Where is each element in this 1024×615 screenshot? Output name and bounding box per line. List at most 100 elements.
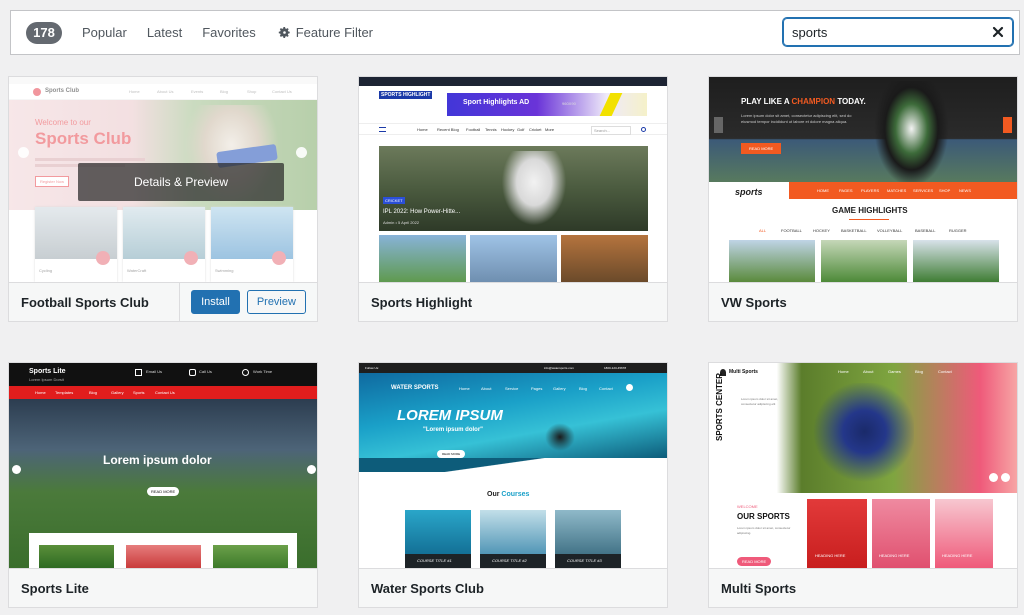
theme-card-multi-sports[interactable]: Multi Sports Home About Games Blog Conta… bbox=[708, 362, 1018, 608]
filter-popular-link[interactable]: Popular bbox=[82, 25, 127, 40]
cricket-player-image bbox=[499, 151, 569, 229]
nav-item: Gallery bbox=[553, 386, 566, 391]
filter-latest-link[interactable]: Latest bbox=[147, 25, 182, 40]
nav-item: Blog bbox=[579, 386, 588, 391]
preview-button[interactable]: Preview bbox=[246, 290, 306, 314]
theme-search-input[interactable] bbox=[784, 24, 979, 40]
nav-item: Home bbox=[35, 390, 46, 395]
nav-item: Templates bbox=[55, 390, 74, 395]
theme-card-sports-highlight[interactable]: SPORTS HIGHLIGHT Sport Highlights AD 960… bbox=[358, 76, 668, 322]
hero-headline-highlight: CHAMPION bbox=[791, 97, 836, 106]
sport-card-heading: HEADING HERE bbox=[879, 553, 910, 558]
content-panel bbox=[29, 533, 297, 568]
nav-item: Contact bbox=[599, 386, 613, 391]
category-item: RUGGER bbox=[949, 228, 967, 233]
theme-card-footer: Water Sports Club bbox=[359, 568, 667, 607]
theme-card-footer: Multi Sports bbox=[709, 568, 1017, 607]
feature-headline: IPL 2022: How Power-Hitte... bbox=[383, 209, 461, 215]
site-logo: SPORTS HIGHLIGHT bbox=[379, 91, 433, 99]
nav-bar: HOME PAGES PLAYERS MATCHES SERVICES SHOP… bbox=[789, 182, 1017, 199]
nav-item: Golf bbox=[517, 127, 525, 132]
ad-title: Sport Highlights AD bbox=[463, 99, 530, 106]
section-body: Lorem ipsum dolor sit amet, consectetur … bbox=[737, 526, 791, 535]
nav-item: Home bbox=[838, 369, 849, 374]
theme-screenshot[interactable]: Sports Lite Lorem Ipsum Dorsit Email Us … bbox=[9, 363, 317, 568]
ad-banner: Sport Highlights AD 960X90 bbox=[447, 93, 647, 116]
topbar: Follow Us: info@watersports.com 1800-123… bbox=[359, 363, 667, 373]
theme-card-footer: VW Sports bbox=[709, 282, 1017, 321]
thumb-image bbox=[561, 235, 648, 282]
nav-item: Hockey bbox=[501, 127, 515, 132]
nav-item: Home bbox=[459, 386, 470, 391]
theme-card-footer: Sports Lite bbox=[9, 568, 317, 607]
course-title: COURSE TITLE #1 bbox=[417, 558, 452, 563]
sport-card: HEADING HERE bbox=[872, 499, 930, 568]
nav-item: Service bbox=[505, 386, 519, 391]
theme-card-vw-sports[interactable]: PLAY LIKE A CHAMPION TODAY. Lorem ipsum … bbox=[708, 76, 1018, 322]
hero-banner: PLAY LIKE A CHAMPION TODAY. Lorem ipsum … bbox=[709, 77, 1017, 189]
theme-screenshot[interactable]: PLAY LIKE A CHAMPION TODAY. Lorem ipsum … bbox=[709, 77, 1017, 282]
topbar bbox=[359, 77, 667, 86]
nav-item: NEWS bbox=[959, 188, 971, 193]
theme-card-footer: Football Sports Club Install Preview bbox=[9, 282, 317, 321]
wave-divider bbox=[359, 458, 667, 472]
nav-item: Pages bbox=[531, 386, 543, 391]
nav-item: About bbox=[481, 386, 492, 391]
ad-stripe bbox=[599, 93, 623, 116]
section-title: GAME HIGHLIGHTS bbox=[832, 206, 908, 215]
slider-next-icon bbox=[1003, 117, 1012, 133]
theme-screenshot[interactable]: SPORTS HIGHLIGHT Sport Highlights AD 960… bbox=[359, 77, 667, 282]
course-title: COURSE TITLE #3 bbox=[567, 558, 602, 563]
contact-email-label: Email Us bbox=[146, 369, 163, 374]
theme-card-footer: Sports Highlight bbox=[359, 282, 667, 321]
gear-icon bbox=[278, 27, 290, 38]
topbar-phone: 1800-123-45678 bbox=[604, 366, 627, 370]
vertical-title: SPORTS CENTER bbox=[715, 372, 724, 441]
hero-banner: Multi Sports Home About Games Blog Conta… bbox=[709, 363, 1017, 493]
slider-prev-icon bbox=[714, 117, 723, 133]
slider-prev-icon bbox=[989, 473, 998, 482]
hero-title: Lorem ipsum dolor bbox=[103, 453, 212, 467]
hero-headline-part: PLAY LIKE A bbox=[741, 97, 792, 106]
clock-icon bbox=[242, 369, 249, 376]
nav-item: Gallery bbox=[111, 390, 124, 395]
nav-bar: Home Recent Blog Football Tennis Hockey … bbox=[359, 123, 667, 135]
install-button[interactable]: Install bbox=[191, 290, 240, 314]
slider-next-icon bbox=[1001, 473, 1010, 482]
theme-screenshot[interactable]: Sports Club Home About Us Events Blog Sh… bbox=[9, 77, 317, 282]
search-field: Search... bbox=[591, 126, 632, 135]
feature-filter-label: Feature Filter bbox=[295, 25, 374, 40]
thumb-image bbox=[379, 235, 466, 282]
section-title-part: Our bbox=[487, 491, 502, 498]
theme-card-sports-lite[interactable]: Sports Lite Lorem Ipsum Dorsit Email Us … bbox=[8, 362, 318, 608]
details-preview-overlay[interactable]: Details & Preview bbox=[78, 163, 284, 201]
search-icon bbox=[641, 127, 646, 132]
nav-item: Blog bbox=[89, 390, 98, 395]
theme-name: Water Sports Club bbox=[371, 580, 484, 596]
surfer-image bbox=[545, 423, 575, 451]
theme-screenshot[interactable]: Follow Us: info@watersports.com 1800-123… bbox=[359, 363, 667, 568]
card-image bbox=[126, 545, 201, 568]
nav-bar: Home Templates Blog Gallery Sports Conta… bbox=[9, 386, 317, 399]
phone-icon bbox=[189, 369, 196, 376]
sport-card: HEADING HERE bbox=[807, 499, 867, 568]
theme-name: Football Sports Club bbox=[21, 294, 149, 310]
hero-button: READ MORE bbox=[147, 487, 180, 496]
theme-screenshot[interactable]: Multi Sports Home About Games Blog Conta… bbox=[709, 363, 1017, 568]
hero-banner: WATER SPORTS Home About Service Pages Ga… bbox=[359, 373, 667, 458]
slider-next-icon bbox=[307, 465, 316, 474]
follow-label: Follow Us: bbox=[365, 366, 380, 370]
site-header: Sports Lite Lorem Ipsum Dorsit Email Us … bbox=[9, 363, 317, 386]
hero-button: READ MORE bbox=[437, 450, 466, 458]
category-item: ALL bbox=[759, 228, 767, 233]
theme-card-water-sports-club[interactable]: Follow Us: info@watersports.com 1800-123… bbox=[358, 362, 668, 608]
hero-body: Lorem ipsum dolor sit amet, consectetur … bbox=[741, 113, 852, 124]
theme-name: Multi Sports bbox=[721, 580, 797, 596]
hero-title: LOREM IPSUM bbox=[397, 407, 503, 424]
theme-count-badge: 178 bbox=[26, 21, 62, 44]
theme-card-football-sports-club[interactable]: Sports Club Home About Us Events Blog Sh… bbox=[8, 76, 318, 322]
feature-filter-button[interactable]: Feature Filter bbox=[278, 25, 373, 40]
clear-search-icon[interactable] bbox=[991, 25, 1005, 39]
slider-prev-icon bbox=[12, 465, 21, 474]
filter-favorites-link[interactable]: Favorites bbox=[202, 25, 255, 40]
